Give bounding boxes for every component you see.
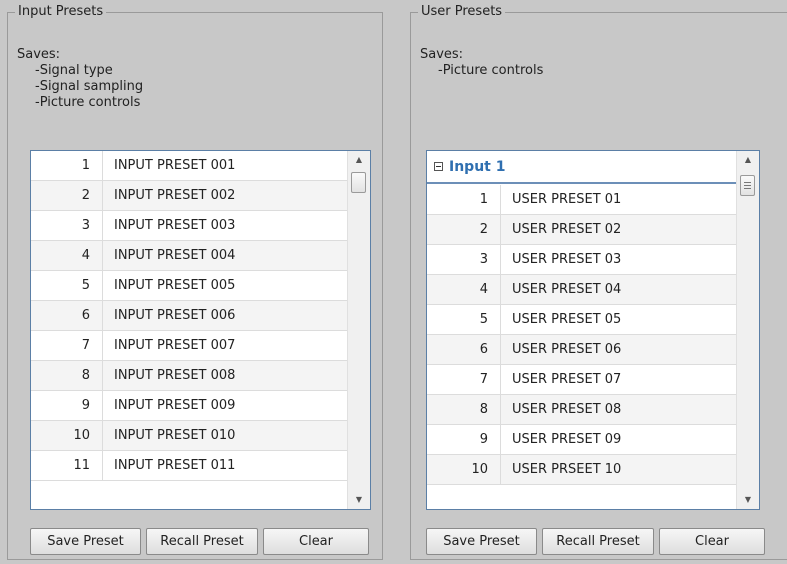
clear-button[interactable]: Clear	[659, 528, 765, 555]
preset-number: 6	[31, 301, 103, 330]
preset-name: INPUT PRESET 005	[114, 278, 236, 293]
input-group-header[interactable]: Input 1	[427, 151, 745, 184]
preset-name: INPUT PRESET 001	[114, 158, 236, 173]
saves-item: -Picture controls	[35, 95, 141, 110]
list-item[interactable]: 8 USER PRESET 08	[427, 395, 745, 425]
preset-name: USER PRESET 01	[512, 192, 622, 207]
preset-number: 9	[427, 425, 501, 454]
user-presets-legend: User Presets	[418, 4, 506, 19]
list-item[interactable]: 10 USER PRSEET 10	[427, 455, 745, 485]
grip-icon	[744, 182, 751, 191]
preset-name: INPUT PRESET 004	[114, 248, 236, 263]
saves-item: -Signal sampling	[35, 79, 144, 94]
list-item[interactable]: 5 INPUT PRESET 005	[31, 271, 347, 301]
preset-number: 9	[31, 391, 103, 420]
preset-name: USER PRESET 08	[512, 402, 622, 417]
preset-number: 1	[31, 151, 103, 180]
triangle-up-icon[interactable]: ▲	[348, 151, 370, 169]
preset-name: INPUT PRESET 007	[114, 338, 236, 353]
preset-name: USER PRESET 07	[512, 372, 622, 387]
save-preset-button[interactable]: Save Preset	[30, 528, 141, 555]
preset-number: 10	[31, 421, 103, 450]
preset-name: INPUT PRESET 008	[114, 368, 236, 383]
preset-number: 3	[31, 211, 103, 240]
preset-name: INPUT PRESET 011	[114, 458, 236, 473]
list-item[interactable]: 5 USER PRESET 05	[427, 305, 745, 335]
preset-number: 4	[31, 241, 103, 270]
input-presets-list[interactable]: 1 INPUT PRESET 001 2 INPUT PRESET 002 3 INP…	[30, 150, 371, 510]
user-presets-group: User Presets Saves: -Picture controls In…	[410, 4, 787, 560]
saves-item: -Signal type	[35, 63, 113, 78]
preset-number: 2	[427, 215, 501, 244]
list-item[interactable]: 1 INPUT PRESET 001	[31, 151, 347, 181]
preset-name: INPUT PRESET 003	[114, 218, 236, 233]
input-presets-rows: 1 INPUT PRESET 001 2 INPUT PRESET 002 3 INP…	[31, 151, 347, 481]
user-presets-rows: 1 USER PRESET 01 2 USER PRESET 02 3 USER PR…	[427, 185, 745, 485]
list-item[interactable]: 2 USER PRESET 02	[427, 215, 745, 245]
vertical-scrollbar[interactable]: ▲ ▼	[347, 151, 370, 509]
preset-number: 8	[427, 395, 501, 424]
saves-label: Saves:	[17, 47, 61, 62]
user-presets-buttons: Save Preset Recall Preset Clear	[426, 528, 770, 555]
minus-box-icon[interactable]	[434, 162, 443, 171]
saves-label: Saves:	[420, 47, 464, 62]
preset-name: USER PRESET 02	[512, 222, 622, 237]
preset-number: 7	[427, 365, 501, 394]
preset-number: 3	[427, 245, 501, 274]
triangle-down-icon[interactable]: ▼	[737, 491, 759, 509]
list-item[interactable]: 9 INPUT PRESET 009	[31, 391, 347, 421]
list-item[interactable]: 11 INPUT PRESET 011	[31, 451, 347, 481]
list-item[interactable]: 7 INPUT PRESET 007	[31, 331, 347, 361]
preset-number: 8	[31, 361, 103, 390]
preset-number: 5	[31, 271, 103, 300]
preset-name: USER PRSEET 10	[512, 462, 622, 477]
list-item[interactable]: 4 USER PRESET 04	[427, 275, 745, 305]
preset-name: USER PRESET 04	[512, 282, 622, 297]
preset-number: 11	[31, 451, 103, 480]
preset-number: 4	[427, 275, 501, 304]
user-presets-list[interactable]: Input 1 1 USER PRESET 01 2 USER PRESET 02 …	[426, 150, 760, 510]
scrollbar-thumb[interactable]	[740, 175, 755, 196]
list-item[interactable]: 10 INPUT PRESET 010	[31, 421, 347, 451]
triangle-down-icon[interactable]: ▼	[348, 491, 370, 509]
list-item[interactable]: 7 USER PRESET 07	[427, 365, 745, 395]
preset-name: USER PRESET 05	[512, 312, 622, 327]
recall-preset-button[interactable]: Recall Preset	[146, 528, 258, 555]
clear-button[interactable]: Clear	[263, 528, 369, 555]
preset-number: 7	[31, 331, 103, 360]
preset-name: INPUT PRESET 010	[114, 428, 236, 443]
preset-name: USER PRESET 03	[512, 252, 622, 267]
recall-preset-button[interactable]: Recall Preset	[542, 528, 654, 555]
preset-number: 1	[427, 185, 501, 214]
list-item[interactable]: 6 INPUT PRESET 006	[31, 301, 347, 331]
preset-name: USER PRESET 09	[512, 432, 622, 447]
user-presets-saves-description: Saves: -Picture controls	[420, 47, 543, 79]
list-item[interactable]: 1 USER PRESET 01	[427, 185, 745, 215]
scrollbar-thumb[interactable]	[351, 172, 366, 193]
preset-number: 2	[31, 181, 103, 210]
preset-name: USER PRESET 06	[512, 342, 622, 357]
group-header-label: Input 1	[449, 158, 506, 175]
list-item[interactable]: 4 INPUT PRESET 004	[31, 241, 347, 271]
list-item[interactable]: 3 INPUT PRESET 003	[31, 211, 347, 241]
save-preset-button[interactable]: Save Preset	[426, 528, 537, 555]
input-presets-legend: Input Presets	[15, 4, 107, 19]
list-item[interactable]: 2 INPUT PRESET 002	[31, 181, 347, 211]
preset-name: INPUT PRESET 009	[114, 398, 236, 413]
list-item[interactable]: 6 USER PRESET 06	[427, 335, 745, 365]
input-presets-buttons: Save Preset Recall Preset Clear	[30, 528, 374, 555]
preset-number: 6	[427, 335, 501, 364]
preset-name: INPUT PRESET 002	[114, 188, 236, 203]
input-presets-group: Input Presets Saves: -Signal type -Signa…	[7, 4, 383, 560]
preset-number: 10	[427, 455, 501, 484]
input-presets-saves-description: Saves: -Signal type -Signal sampling -Pi…	[17, 47, 143, 111]
triangle-up-icon[interactable]: ▲	[737, 151, 759, 169]
list-item[interactable]: 9 USER PRESET 09	[427, 425, 745, 455]
preset-number: 5	[427, 305, 501, 334]
saves-item: -Picture controls	[438, 63, 544, 78]
preset-name: INPUT PRESET 006	[114, 308, 236, 323]
vertical-scrollbar[interactable]: ▲ ▼	[736, 151, 759, 509]
list-item[interactable]: 8 INPUT PRESET 008	[31, 361, 347, 391]
list-item[interactable]: 3 USER PRESET 03	[427, 245, 745, 275]
